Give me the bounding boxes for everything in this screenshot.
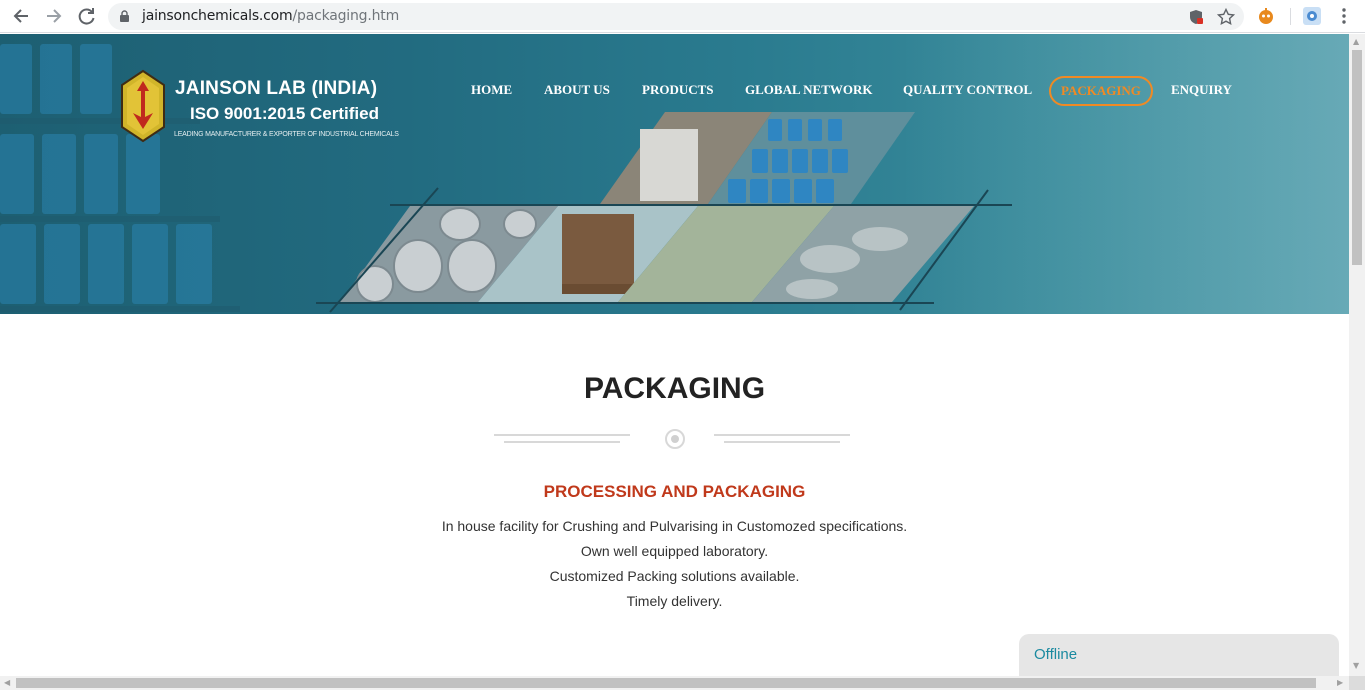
arrow-right-icon[interactable]: [42, 5, 66, 27]
reload-icon[interactable]: [75, 5, 99, 27]
scrollbar-corner: [1349, 676, 1365, 690]
address-bar[interactable]: jainsonchemicals.com/packaging.htm: [108, 3, 1244, 30]
nav-global-network[interactable]: GLOBAL NETWORK: [745, 82, 873, 98]
star-icon[interactable]: [1217, 8, 1235, 26]
section-title: PROCESSING AND PACKAGING: [543, 482, 806, 501]
vertical-scrollbar[interactable]: ▲ ▼: [1349, 34, 1365, 676]
horizontal-scroll-thumb[interactable]: [16, 678, 1316, 688]
scroll-right-icon[interactable]: ▶: [1337, 678, 1343, 687]
brand-certification: ISO 9001:2015 Certified: [190, 104, 379, 123]
page-title: PACKAGING: [583, 372, 766, 405]
chat-widget[interactable]: Offline: [1019, 634, 1339, 680]
extension-monkey-icon[interactable]: [1256, 6, 1276, 26]
kebab-menu-icon[interactable]: [1334, 6, 1354, 26]
feature-line: In house facility for Crushing and Pulva…: [441, 518, 908, 534]
title-divider: [494, 429, 850, 449]
browser-toolbar: jainsonchemicals.com/packaging.htm: [0, 0, 1365, 33]
nav-home[interactable]: HOME: [471, 82, 512, 98]
toolbar-divider: [1290, 8, 1291, 25]
nav-products[interactable]: PRODUCTS: [642, 82, 714, 98]
hero-banner: JAINSON LAB (INDIA) ISO 9001:2015 Certif…: [0, 34, 1349, 314]
nav-enquiry[interactable]: ENQUIRY: [1171, 82, 1232, 98]
feature-list: In house facility for Crushing and Pulva…: [0, 514, 1349, 614]
main-nav: HOME ABOUT US PRODUCTS GLOBAL NETWORK QU…: [0, 76, 1349, 106]
chat-status: Offline: [1034, 646, 1078, 663]
feature-line: Customized Packing solutions available.: [549, 568, 800, 584]
arrow-left-icon[interactable]: [9, 5, 33, 27]
vertical-scroll-thumb[interactable]: [1352, 50, 1362, 265]
nav-packaging[interactable]: PACKAGING: [1049, 76, 1153, 106]
feature-line: Own well equipped laboratory.: [580, 543, 769, 559]
lock-icon: [120, 10, 129, 22]
nav-quality-control[interactable]: QUALITY CONTROL: [903, 82, 1032, 98]
nav-about-us[interactable]: ABOUT US: [544, 82, 610, 98]
url-text: jainsonchemicals.com/packaging.htm: [142, 8, 400, 24]
site-settings-icon[interactable]: [1187, 8, 1205, 26]
horizontal-scrollbar[interactable]: ◀ ▶: [0, 676, 1349, 690]
scroll-up-icon[interactable]: ▲: [1353, 37, 1359, 46]
extension-screen-icon[interactable]: [1302, 6, 1322, 26]
feature-line: Timely delivery.: [626, 593, 723, 609]
brand-tagline: LEADING MANUFACTURER & EXPORTER OF INDUS…: [174, 131, 399, 138]
scroll-down-icon[interactable]: ▼: [1353, 661, 1359, 670]
scroll-left-icon[interactable]: ◀: [4, 678, 10, 687]
